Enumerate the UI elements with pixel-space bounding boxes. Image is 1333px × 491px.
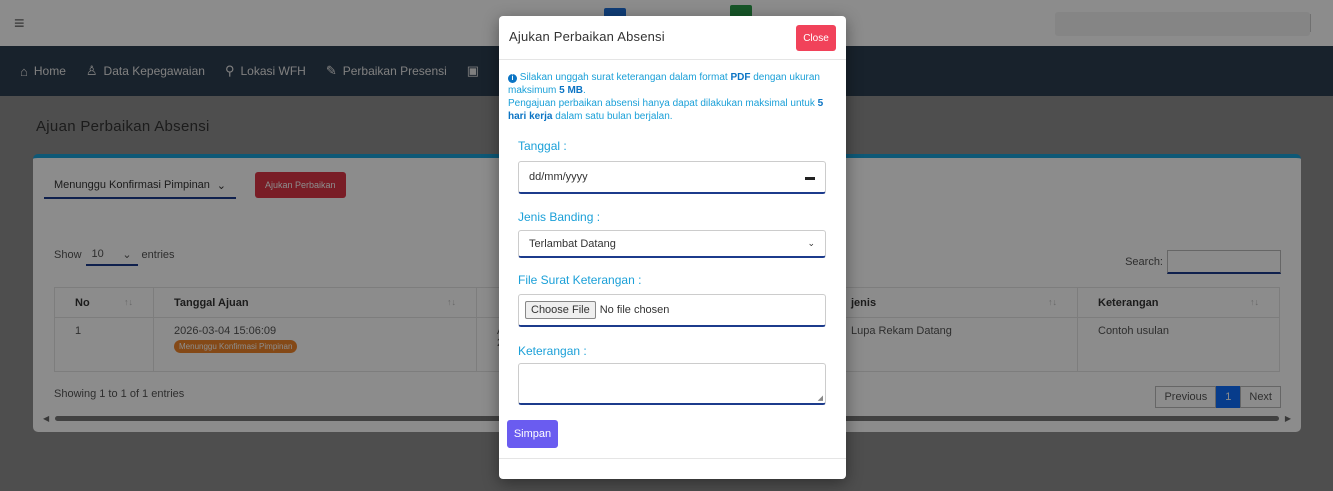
calendar-icon[interactable]: ▬ [805, 172, 815, 183]
keterangan-label: Keterangan : [518, 344, 587, 358]
simpan-button[interactable]: Simpan [507, 420, 558, 448]
modal-header: Ajukan Perbaikan Absensi Close [499, 16, 846, 60]
tanggal-date-input[interactable]: dd/mm/yyyy ▬ [518, 161, 826, 194]
info-icon: i [508, 74, 517, 83]
file-status: No file chosen [599, 304, 670, 316]
info-note: i Silakan unggah surat keterangan dalam … [508, 72, 824, 122]
chevron-down-icon: ⌄ [807, 238, 815, 248]
modal-footer-divider [499, 458, 846, 459]
jenis-banding-value: Terlambat Datang [529, 237, 616, 250]
file-surat-label: File Surat Keterangan : [518, 273, 642, 287]
date-placeholder: dd/mm/yyyy [529, 171, 588, 183]
perbaikan-modal: Ajukan Perbaikan Absensi Close i Silakan… [499, 16, 846, 479]
tanggal-label: Tanggal : [518, 139, 567, 153]
keterangan-textarea[interactable]: ◢ [518, 363, 826, 405]
jenis-banding-label: Jenis Banding : [518, 210, 601, 224]
resize-handle-icon[interactable]: ◢ [818, 394, 823, 402]
file-input[interactable]: Choose File No file chosen [518, 294, 826, 327]
choose-file-button[interactable]: Choose File [525, 301, 596, 319]
modal-title: Ajukan Perbaikan Absensi [509, 29, 665, 44]
close-button[interactable]: Close [796, 25, 836, 51]
jenis-banding-select[interactable]: Terlambat Datang ⌄ [518, 230, 826, 258]
